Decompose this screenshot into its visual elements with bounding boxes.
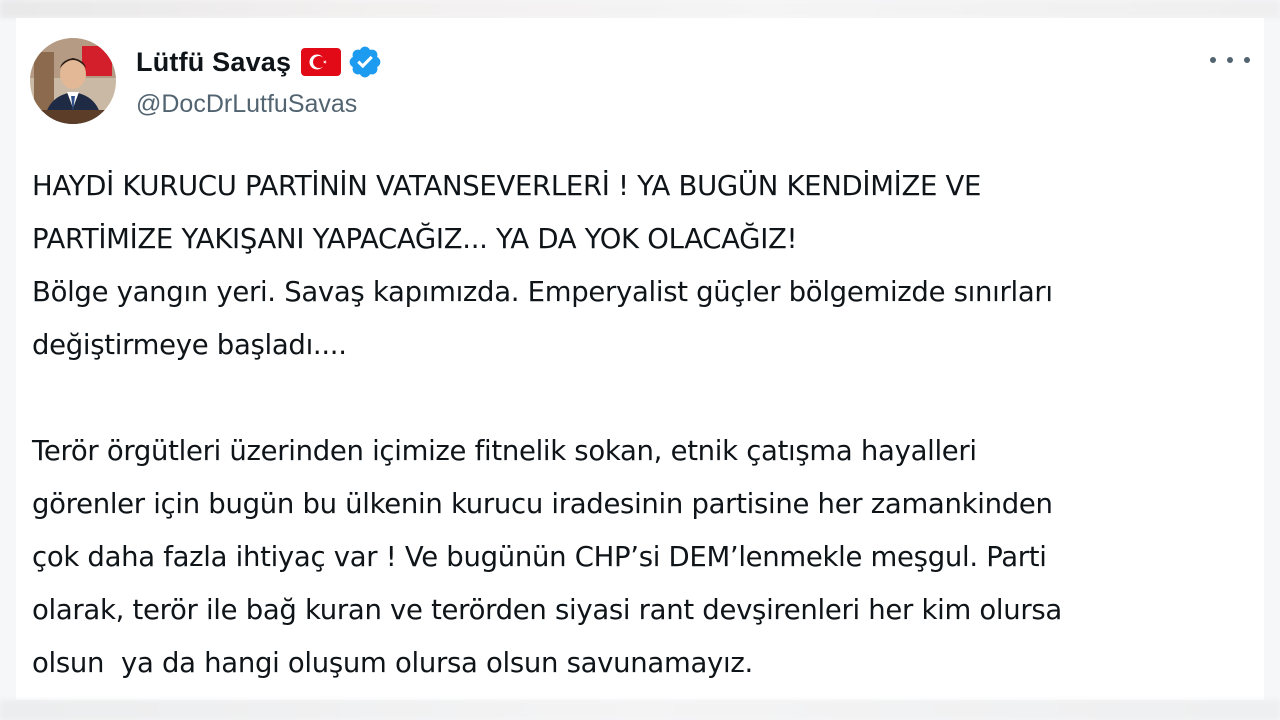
avatar[interactable]	[30, 38, 116, 124]
turkish-flag-icon	[301, 48, 342, 76]
author-row: Lütfü Savaş	[136, 44, 383, 80]
post-text: HAYDİ KURUCU PARTİNİN VATANSEVERLERİ ! Y…	[32, 160, 1242, 690]
author-handle[interactable]: @DocDrLutfuSavas	[136, 90, 357, 119]
post-line: olarak, terör ile bağ kuran ve terörden …	[32, 594, 1062, 626]
dot	[1227, 57, 1233, 63]
blurred-bottom-strip	[0, 700, 1280, 720]
more-options-icon[interactable]	[1210, 48, 1250, 72]
tweet-card: Lütfü Savaş @DocDrLutfuSavas HAYDİ KURUC…	[16, 18, 1264, 700]
post-line: çok daha fazla ihtiyaç var ! Ve bugünün …	[32, 541, 1047, 573]
dot	[1244, 57, 1250, 63]
dot	[1210, 57, 1216, 63]
post-line: olsun ya da hangi oluşum olursa olsun sa…	[32, 647, 753, 679]
verified-badge-icon[interactable]	[347, 44, 383, 80]
screenshot-canvas: Lütfü Savaş @DocDrLutfuSavas HAYDİ KURUC…	[0, 0, 1280, 720]
post-line: Bölge yangın yeri. Savaş kapımızda. Empe…	[32, 276, 1053, 308]
post-line: Terör örgütleri üzerinden içimize fitnel…	[32, 435, 977, 467]
author-name[interactable]: Lütfü Savaş	[136, 47, 291, 78]
post-line: HAYDİ KURUCU PARTİNİN VATANSEVERLERİ ! Y…	[32, 170, 982, 202]
blurred-top-strip	[0, 0, 1280, 18]
post-line: görenler için bugün bu ülkenin kurucu ir…	[32, 488, 1053, 520]
post-line: değiştirmeye başladı....	[32, 329, 347, 361]
post-line: PARTİMİZE YAKIŞANI YAPACAĞIZ... YA DA YO…	[32, 223, 798, 255]
avatar-photo	[30, 38, 116, 124]
